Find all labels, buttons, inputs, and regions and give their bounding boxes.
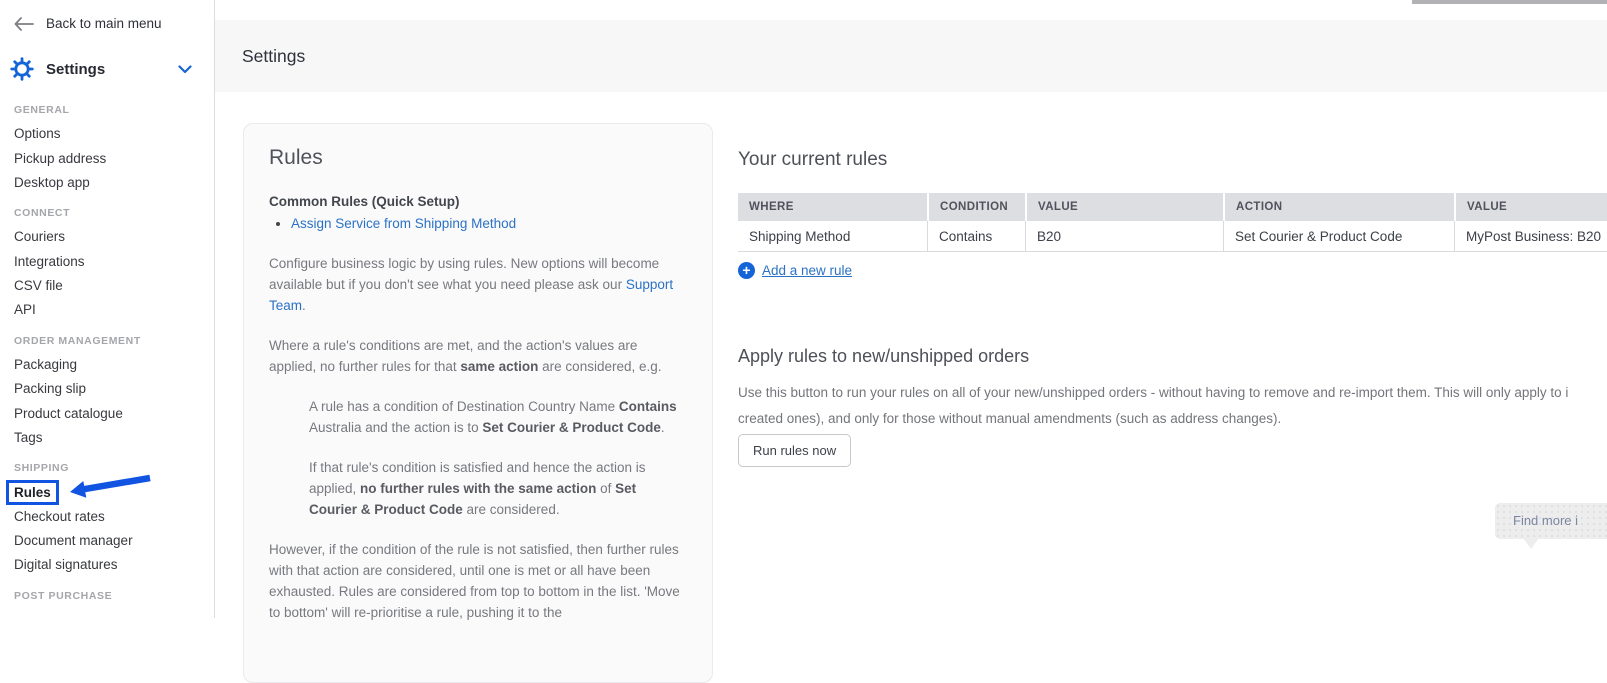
paragraph-bold-text: no further rules with the same action <box>360 481 596 496</box>
sidebar-item-tags[interactable]: Tags <box>14 426 210 450</box>
sidebar-item-pickup-address[interactable]: Pickup address <box>14 147 210 171</box>
section-connect: CONNECT <box>14 201 210 225</box>
quick-setup-list-item: Assign Service from Shipping Method <box>291 213 687 234</box>
run-rules-now-button[interactable]: Run rules now <box>738 434 851 467</box>
add-new-rule-button[interactable]: Add a new rule <box>738 262 852 279</box>
top-scrollbar-thumb[interactable] <box>1412 0 1607 4</box>
current-rules-title: Your current rules <box>738 149 887 171</box>
apply-rules-description-line2: created ones), and only for those withou… <box>738 406 1607 432</box>
sidebar-item-api[interactable]: API <box>14 298 210 322</box>
paragraph-bold-text: Contains <box>619 399 677 414</box>
current-rules-table: WHERE CONDITION VALUE ACTION VALUE Shipp… <box>738 193 1607 252</box>
sidebar-item-options[interactable]: Options <box>14 122 210 146</box>
sidebar-item-document-manager[interactable]: Document manager <box>14 529 210 553</box>
col-header-action-value: VALUE <box>1454 193 1607 221</box>
sidebar-item-digital-signatures[interactable]: Digital signatures <box>14 553 210 577</box>
rules-paragraph-3: However, if the condition of the rule is… <box>269 539 687 623</box>
section-shipping: SHIPPING <box>14 456 210 480</box>
section-post-purchase: POST PURCHASE <box>14 584 210 608</box>
assign-service-link[interactable]: Assign Service from Shipping Method <box>291 216 516 231</box>
rules-example-2: If that rule's condition is satisfied an… <box>309 457 687 520</box>
page-title: Settings <box>242 20 305 92</box>
rules-panel-title: Rules <box>269 146 687 170</box>
back-arrow-icon <box>14 17 34 31</box>
col-header-where: WHERE <box>738 193 927 221</box>
rules-paragraph-2: Where a rule's conditions are met, and t… <box>269 335 687 377</box>
sidebar-item-product-catalogue[interactable]: Product catalogue <box>14 402 210 426</box>
sidebar-item-integrations[interactable]: Integrations <box>14 250 210 274</box>
common-rules-heading: Common Rules (Quick Setup) <box>269 194 687 209</box>
paragraph-bold-text: Set Courier & Product Code <box>482 420 661 435</box>
col-header-condition: CONDITION <box>927 193 1025 221</box>
paragraph-text: A rule has a condition of Destination Co… <box>309 399 619 414</box>
sidebar-item-couriers[interactable]: Couriers <box>14 225 210 249</box>
cell-value: B20 <box>1025 221 1223 252</box>
apply-rules-title: Apply rules to new/unshipped orders <box>738 346 1029 367</box>
sidebar-item-packaging[interactable]: Packaging <box>14 353 210 377</box>
table-header-row: WHERE CONDITION VALUE ACTION VALUE <box>738 193 1607 221</box>
back-label: Back to main menu <box>46 16 162 31</box>
paragraph-text: Australia and the action is to <box>309 420 482 435</box>
paragraph-text: of <box>596 481 615 496</box>
cell-condition: Contains <box>927 221 1025 252</box>
col-header-value: VALUE <box>1025 193 1223 221</box>
paragraph-text: . <box>661 420 665 435</box>
add-new-rule-link[interactable]: Add a new rule <box>762 263 852 278</box>
rules-paragraph-1: Configure business logic by using rules.… <box>269 253 687 316</box>
sidebar-nav: GENERAL Options Pickup address Desktop a… <box>14 98 210 608</box>
paragraph-text: are considered. <box>463 502 560 517</box>
page-header: Settings <box>215 20 1607 92</box>
section-order-management: ORDER MANAGEMENT <box>14 329 210 353</box>
sidebar-item-csv-file[interactable]: CSV file <box>14 274 210 298</box>
sidebar-title: Settings <box>46 61 105 78</box>
section-general: GENERAL <box>14 98 210 122</box>
paragraph-text: Configure business logic by using rules.… <box>269 256 659 292</box>
rules-info-panel: Rules Common Rules (Quick Setup) Assign … <box>243 123 713 683</box>
chevron-down-icon[interactable] <box>178 65 192 74</box>
top-white-strip <box>215 0 1607 20</box>
sidebar-settings-header[interactable]: Settings <box>10 57 202 81</box>
cell-action-value: MyPost Business: B20 <box>1454 221 1607 252</box>
rules-highlight-box[interactable]: Rules <box>6 480 59 505</box>
table-row: Shipping Method Contains B20 Set Courier… <box>738 221 1607 252</box>
col-header-action: ACTION <box>1223 193 1454 221</box>
main-content: Rules Common Rules (Quick Setup) Assign … <box>215 92 1607 618</box>
cell-action: Set Courier & Product Code <box>1223 221 1454 252</box>
cell-where: Shipping Method <box>738 221 927 252</box>
back-to-main-menu-button[interactable]: Back to main menu <box>14 16 162 31</box>
apply-rules-description-line1: Use this button to run your rules on all… <box>738 380 1607 406</box>
settings-sidebar: Back to main menu Settings GENERAL Optio… <box>0 0 215 618</box>
rules-example-1: A rule has a condition of Destination Co… <box>309 396 687 438</box>
paragraph-text: are considered, e.g. <box>538 359 661 374</box>
gear-icon <box>10 57 34 81</box>
paragraph-text: . <box>302 298 306 313</box>
paragraph-bold-text: same action <box>460 359 538 374</box>
sidebar-item-packing-slip[interactable]: Packing slip <box>14 377 210 401</box>
plus-circle-icon <box>738 262 755 279</box>
quick-setup-list: Assign Service from Shipping Method <box>291 213 687 234</box>
find-more-info-tooltip: Find more i <box>1495 503 1607 539</box>
apply-rules-description: Use this button to run your rules on all… <box>738 380 1607 432</box>
sidebar-item-checkout-rates[interactable]: Checkout rates <box>14 505 210 529</box>
sidebar-item-desktop-app[interactable]: Desktop app <box>14 171 210 195</box>
sidebar-item-rules[interactable]: Rules <box>14 480 210 504</box>
tooltip-tail <box>1523 538 1539 557</box>
